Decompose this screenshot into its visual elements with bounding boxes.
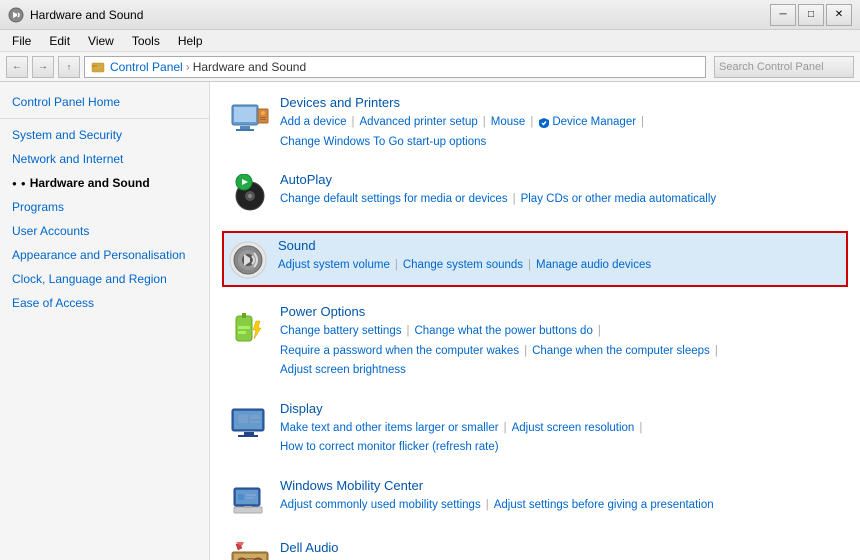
forward-button[interactable]: → <box>32 56 54 78</box>
menu-edit[interactable]: Edit <box>41 32 78 50</box>
category-autoplay: AutoPlay Change default settings for med… <box>226 169 844 217</box>
link-manage-audio[interactable]: Manage audio devices <box>536 256 651 276</box>
link-add-device[interactable]: Add a device <box>280 113 347 133</box>
address-bar: ← → ↑ Control Panel › Hardware and Sound… <box>0 52 860 82</box>
link-mobility-settings[interactable]: Adjust commonly used mobility settings <box>280 496 481 516</box>
minimize-button[interactable]: ─ <box>770 4 796 26</box>
devices-links: Add a device | Advanced printer setup | … <box>280 113 840 152</box>
power-content: Power Options Change battery settings | … <box>280 304 840 381</box>
title-bar: Hardware and Sound ─ □ ✕ <box>0 0 860 30</box>
menu-tools[interactable]: Tools <box>124 32 168 50</box>
devices-icon <box>230 97 270 137</box>
dell-audio-icon <box>230 542 270 560</box>
link-power-buttons[interactable]: Change what the power buttons do <box>414 322 592 342</box>
link-mouse[interactable]: Mouse <box>491 113 526 133</box>
link-system-sounds[interactable]: Change system sounds <box>403 256 523 276</box>
sound-title[interactable]: Sound <box>278 238 842 253</box>
mobility-title[interactable]: Windows Mobility Center <box>280 478 840 493</box>
link-printer-setup[interactable]: Advanced printer setup <box>360 113 478 133</box>
sound-icon <box>228 240 268 280</box>
devices-title[interactable]: Devices and Printers <box>280 95 840 110</box>
path-control-panel[interactable]: Control Panel <box>110 60 183 74</box>
sidebar-item-ease[interactable]: Ease of Access <box>0 291 209 315</box>
mobility-content: Windows Mobility Center Adjust commonly … <box>280 478 840 516</box>
autoplay-content: AutoPlay Change default settings for med… <box>280 172 840 210</box>
sidebar-item-home[interactable]: Control Panel Home <box>0 90 209 114</box>
menu-help[interactable]: Help <box>170 32 211 50</box>
link-play-cds[interactable]: Play CDs or other media automatically <box>521 190 717 210</box>
sound-links: Adjust system volume | Change system sou… <box>278 256 842 276</box>
path-current: Hardware and Sound <box>193 60 306 74</box>
sidebar-item-system[interactable]: System and Security <box>0 123 209 147</box>
up-button[interactable]: ↑ <box>58 56 80 78</box>
link-screen-resolution[interactable]: Adjust screen resolution <box>512 419 635 439</box>
link-presentation[interactable]: Adjust settings before giving a presenta… <box>494 496 714 516</box>
sidebar: Control Panel Home System and Security N… <box>0 82 210 560</box>
title-bar-icon <box>8 7 24 23</box>
link-text-larger[interactable]: Make text and other items larger or smal… <box>280 419 499 439</box>
window-controls: ─ □ ✕ <box>770 4 852 26</box>
category-mobility: Windows Mobility Center Adjust commonly … <box>226 475 844 523</box>
dell-audio-title[interactable]: Dell Audio <box>280 540 840 555</box>
maximize-button[interactable]: □ <box>798 4 824 26</box>
sidebar-item-programs[interactable]: Programs <box>0 195 209 219</box>
autoplay-icon <box>230 174 270 214</box>
link-require-password[interactable]: Require a password when the computer wak… <box>280 342 519 362</box>
mobility-icon <box>230 480 270 520</box>
path-icon <box>91 60 105 74</box>
link-device-manager[interactable]: Device Manager <box>552 113 636 133</box>
mobility-links: Adjust commonly used mobility settings |… <box>280 496 840 516</box>
power-title[interactable]: Power Options <box>280 304 840 319</box>
sidebar-item-hardware: ●Hardware and Sound <box>0 171 209 195</box>
dell-audio-content: Dell Audio <box>280 540 840 558</box>
close-button[interactable]: ✕ <box>826 4 852 26</box>
link-monitor-flicker[interactable]: How to correct monitor flicker (refresh … <box>280 438 499 458</box>
sidebar-item-clock[interactable]: Clock, Language and Region <box>0 267 209 291</box>
link-default-media[interactable]: Change default settings for media or dev… <box>280 190 508 210</box>
sidebar-item-network[interactable]: Network and Internet <box>0 147 209 171</box>
display-title[interactable]: Display <box>280 401 840 416</box>
display-icon <box>230 403 270 443</box>
sidebar-item-accounts[interactable]: User Accounts <box>0 219 209 243</box>
menu-bar: File Edit View Tools Help <box>0 30 860 52</box>
autoplay-title[interactable]: AutoPlay <box>280 172 840 187</box>
category-devices: Devices and Printers Add a device | Adva… <box>226 92 844 155</box>
category-dell-audio: Dell Audio <box>226 537 844 560</box>
autoplay-links: Change default settings for media or dev… <box>280 190 840 210</box>
display-content: Display Make text and other items larger… <box>280 401 840 458</box>
category-sound: Sound Adjust system volume | Change syst… <box>222 231 848 287</box>
category-power: Power Options Change battery settings | … <box>226 301 844 384</box>
search-button[interactable]: Search Control Panel <box>714 56 854 78</box>
shield-icon <box>538 117 550 129</box>
sound-content: Sound Adjust system volume | Change syst… <box>278 238 842 276</box>
sidebar-item-appearance[interactable]: Appearance and Personalisation <box>0 243 209 267</box>
link-adjust-volume[interactable]: Adjust system volume <box>278 256 390 276</box>
link-battery-settings[interactable]: Change battery settings <box>280 322 401 342</box>
main-layout: Control Panel Home System and Security N… <box>0 82 860 560</box>
display-links: Make text and other items larger or smal… <box>280 419 840 458</box>
power-links: Change battery settings | Change what th… <box>280 322 840 381</box>
sidebar-divider-1 <box>0 118 209 119</box>
menu-view[interactable]: View <box>80 32 122 50</box>
title-bar-text: Hardware and Sound <box>30 8 143 22</box>
link-when-sleeps[interactable]: Change when the computer sleeps <box>532 342 710 362</box>
link-windows-go[interactable]: Change Windows To Go start-up options <box>280 133 486 153</box>
devices-content: Devices and Printers Add a device | Adva… <box>280 95 840 152</box>
power-icon <box>230 306 270 346</box>
menu-file[interactable]: File <box>4 32 39 50</box>
link-screen-brightness[interactable]: Adjust screen brightness <box>280 361 406 381</box>
category-display: Display Make text and other items larger… <box>226 398 844 461</box>
address-path: Control Panel › Hardware and Sound <box>84 56 706 78</box>
back-button[interactable]: ← <box>6 56 28 78</box>
content-area: Devices and Printers Add a device | Adva… <box>210 82 860 560</box>
